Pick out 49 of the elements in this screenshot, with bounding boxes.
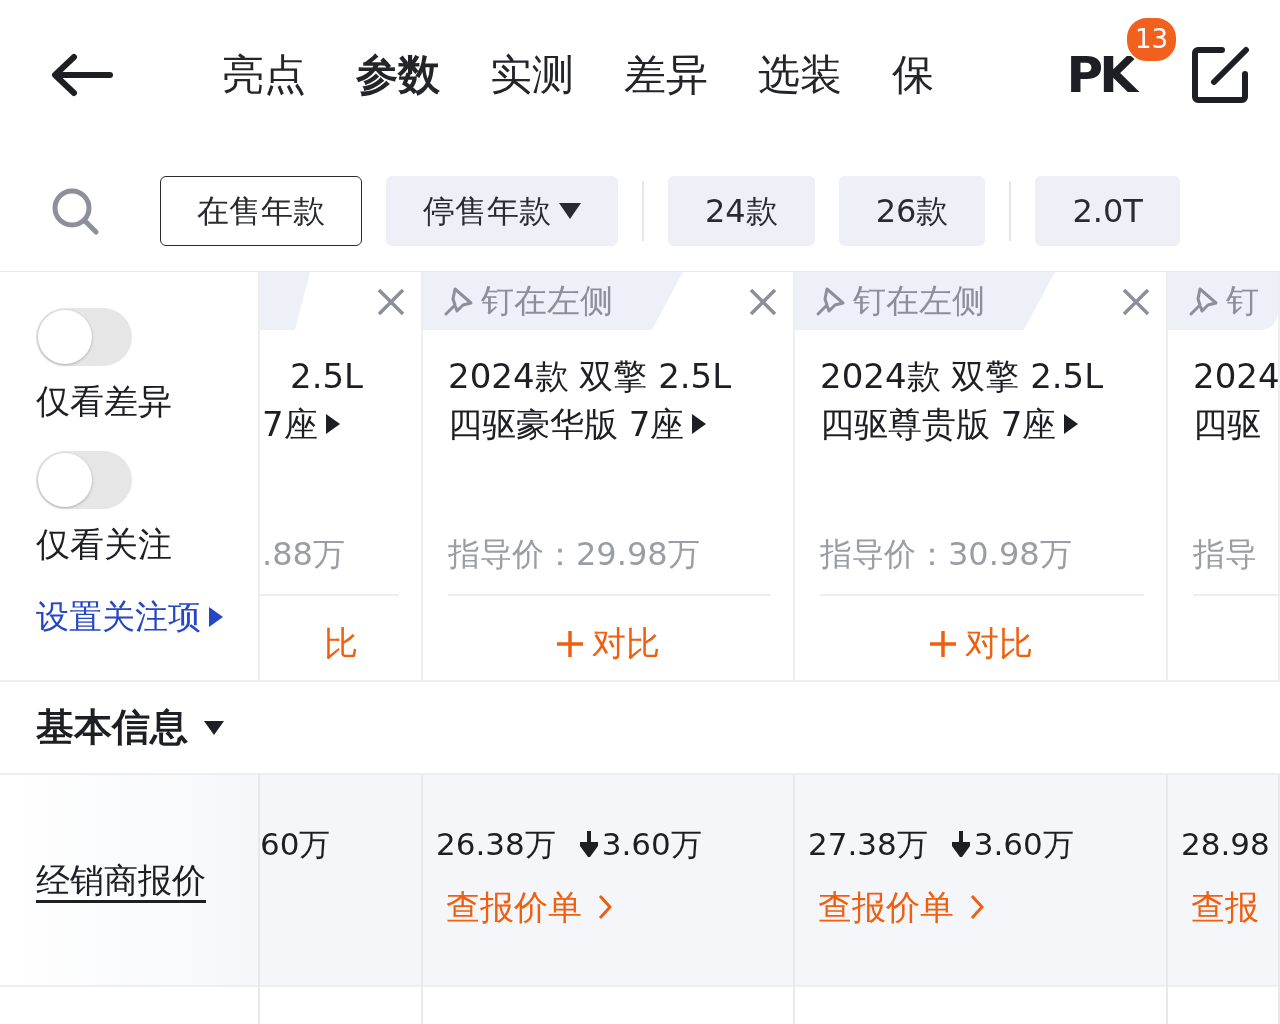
down-arrow-icon — [579, 831, 598, 858]
pin-icon — [1188, 285, 1220, 317]
model-name[interactable]: 2024款 双擎 2.5L — [448, 352, 732, 400]
dealer-price: 27.38万 — [808, 825, 928, 864]
dealer-price: 60万 — [260, 825, 331, 864]
back-arrow-icon[interactable] — [50, 53, 114, 97]
edit-icon[interactable] — [1192, 46, 1250, 104]
play-triangle-icon — [209, 606, 223, 627]
nav-tab[interactable]: 实测 — [490, 49, 574, 101]
pin-icon — [815, 285, 847, 317]
nav-tab[interactable]: 亮点 — [222, 49, 306, 101]
filter-chip[interactable]: 在售年款 — [160, 175, 362, 246]
settings-link[interactable]: 设置关注项 — [36, 592, 258, 642]
dealer-price: 28.98 — [1181, 825, 1270, 864]
model-name[interactable]: 四驱豪华版 7座 — [448, 400, 685, 448]
section-title[interactable]: 基本信息 — [36, 699, 188, 756]
model-name[interactable]: 2024 — [1193, 352, 1278, 400]
model-name[interactable]: 四驱尊贵版 7座 — [820, 400, 1057, 448]
down-arrow-icon — [951, 831, 970, 858]
row-label[interactable]: 经销商报价 — [36, 854, 206, 906]
guide-price: 指导价：29.98万 — [447, 534, 700, 575]
close-icon[interactable] — [749, 288, 777, 316]
nav-tab[interactable]: 保 — [892, 49, 934, 101]
price-drop: 3.60万 — [601, 825, 702, 864]
nav-tab[interactable]: 差异 — [624, 49, 708, 101]
caret-down-icon — [559, 202, 581, 219]
toggle-label: 仅看差异 — [36, 380, 173, 423]
guide-price: 指导 — [1192, 534, 1257, 575]
filter-dropdown[interactable]: 停售年款 — [386, 175, 618, 246]
model-name[interactable]: 2024款 双擎 2.5L — [820, 352, 1104, 400]
pin-icon — [443, 285, 475, 317]
toggle-switch[interactable] — [36, 451, 132, 509]
filter-chip[interactable]: 2.0T — [1035, 175, 1180, 246]
guide-price: 指导价：30.98万 — [819, 534, 1072, 575]
model-name[interactable]: 四驱 — [1193, 400, 1261, 448]
price-drop: 3.60万 — [973, 825, 1074, 864]
model-name[interactable]: 2.5L — [290, 352, 363, 400]
filter-chip[interactable]: 24款 — [668, 175, 815, 246]
nav-tab[interactable]: 参数 — [356, 49, 440, 101]
toggle-switch[interactable] — [36, 308, 132, 366]
close-icon[interactable] — [377, 288, 405, 316]
model-name[interactable]: 7座 — [262, 400, 318, 448]
toggle-label: 仅看关注 — [36, 523, 173, 566]
close-icon[interactable] — [1122, 288, 1150, 316]
dealer-price: 26.38万 — [436, 825, 556, 864]
guide-price: .88万 — [261, 534, 345, 575]
caret-down-icon[interactable] — [204, 720, 224, 735]
filter-chip[interactable]: 26款 — [838, 175, 986, 246]
nav-tab[interactable]: 选装 — [758, 49, 842, 101]
